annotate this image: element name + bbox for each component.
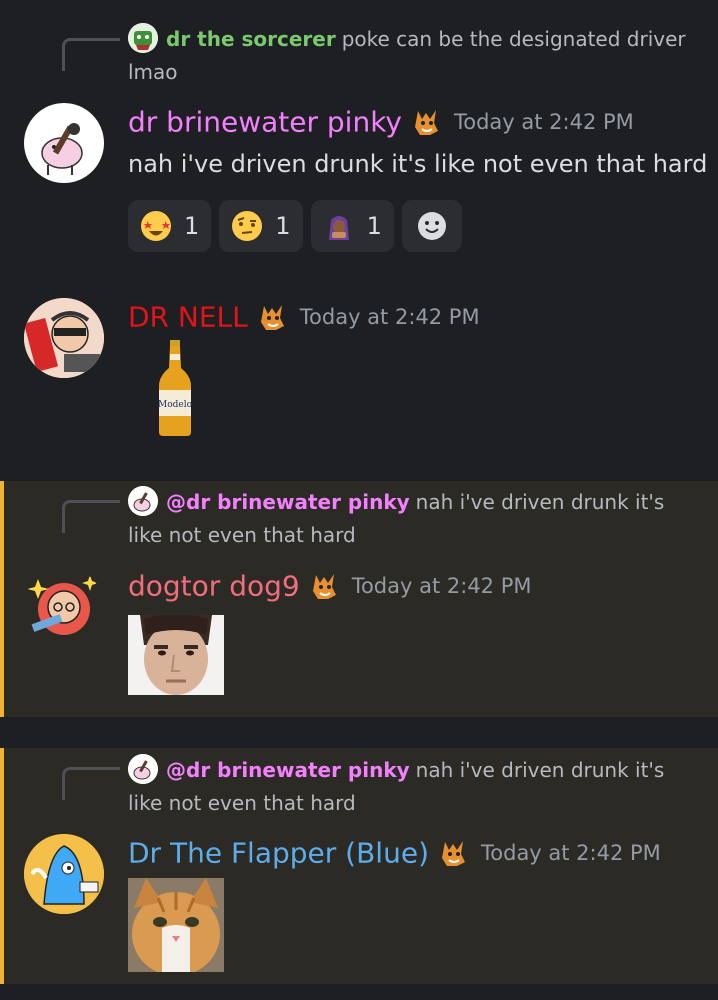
message-text: nah i've driven drunk it's like not even… [128,150,708,178]
message-nell: DR NELL Today at 2:42 PM Modelo [0,280,718,480]
reply-author-mention[interactable]: @dr brinewater pinky [166,758,410,782]
message-header: Dr The Flapper (Blue) Today at 2:42 PM [128,836,661,870]
reaction-star-struck[interactable]: 1 [128,200,212,252]
reply-preview[interactable]: @dr brinewater pinky nah i've driven drun… [128,486,698,552]
corgi-badge-icon[interactable] [308,569,342,603]
smiley-add-icon [417,212,446,240]
reply-author[interactable]: dr the sorcerer [166,27,336,51]
raised-eyebrow-emoji-icon [232,211,263,241]
corgi-badge-icon[interactable] [410,105,444,139]
avatar[interactable] [24,298,104,378]
mention-highlight-bar [0,481,4,717]
beer-bottle-sticker[interactable]: Modelo [155,340,195,438]
reply-connector [62,38,120,71]
corgi-badge-icon[interactable] [437,836,471,870]
timestamp[interactable]: Today at 2:42 PM [352,574,532,598]
corgi-badge-icon[interactable] [256,300,290,334]
reply-avatar [128,486,158,516]
star-struck-emoji-icon [141,211,171,241]
avatar[interactable] [24,103,104,183]
reaction-count: 1 [366,212,382,240]
add-reaction-button[interactable] [401,200,462,252]
message-header: dr brinewater pinky Today at 2:42 PM [128,105,634,139]
cat-photo-image[interactable] [128,878,224,972]
timestamp[interactable]: Today at 2:42 PM [300,305,480,329]
hooded-figure-emoji-icon [328,216,349,240]
reaction-count: 1 [275,212,291,240]
reply-avatar [128,754,158,784]
reply-connector [62,767,120,800]
reply-author-mention[interactable]: @dr brinewater pinky [166,490,410,514]
reply-preview[interactable]: @dr brinewater pinky nah i've driven drun… [128,754,698,820]
username[interactable]: Dr The Flapper (Blue) [128,837,429,870]
message-header: DR NELL Today at 2:42 PM [128,300,480,334]
username[interactable]: dr brinewater pinky [128,106,402,139]
timestamp[interactable]: Today at 2:42 PM [481,841,661,865]
reply-avatar [128,23,158,53]
message-brinewater: dr the sorcerer poke can be the designate… [0,0,718,270]
reactions-bar: 1 1 1 [128,200,462,252]
username[interactable]: dogtor dog9 [128,570,300,603]
message-header: dogtor dog9 Today at 2:42 PM [128,569,532,603]
message-flapper: @dr brinewater pinky nah i've driven drun… [0,748,718,984]
timestamp[interactable]: Today at 2:42 PM [454,110,634,134]
reply-preview[interactable]: dr the sorcerer poke can be the designate… [128,23,698,89]
reaction-raised-eyebrow[interactable]: 1 [219,200,303,252]
avatar[interactable] [24,567,104,647]
reply-connector [62,500,120,533]
message-dog9: @dr brinewater pinky nah i've driven drun… [0,481,718,717]
mention-highlight-bar [0,748,4,984]
reaction-hooded-figure[interactable]: 1 [310,200,394,252]
reaction-count: 1 [184,212,200,240]
username[interactable]: DR NELL [128,301,248,334]
avatar[interactable] [24,834,104,914]
face-photo-image[interactable] [128,615,224,695]
bottle-label: Modelo [158,400,192,410]
